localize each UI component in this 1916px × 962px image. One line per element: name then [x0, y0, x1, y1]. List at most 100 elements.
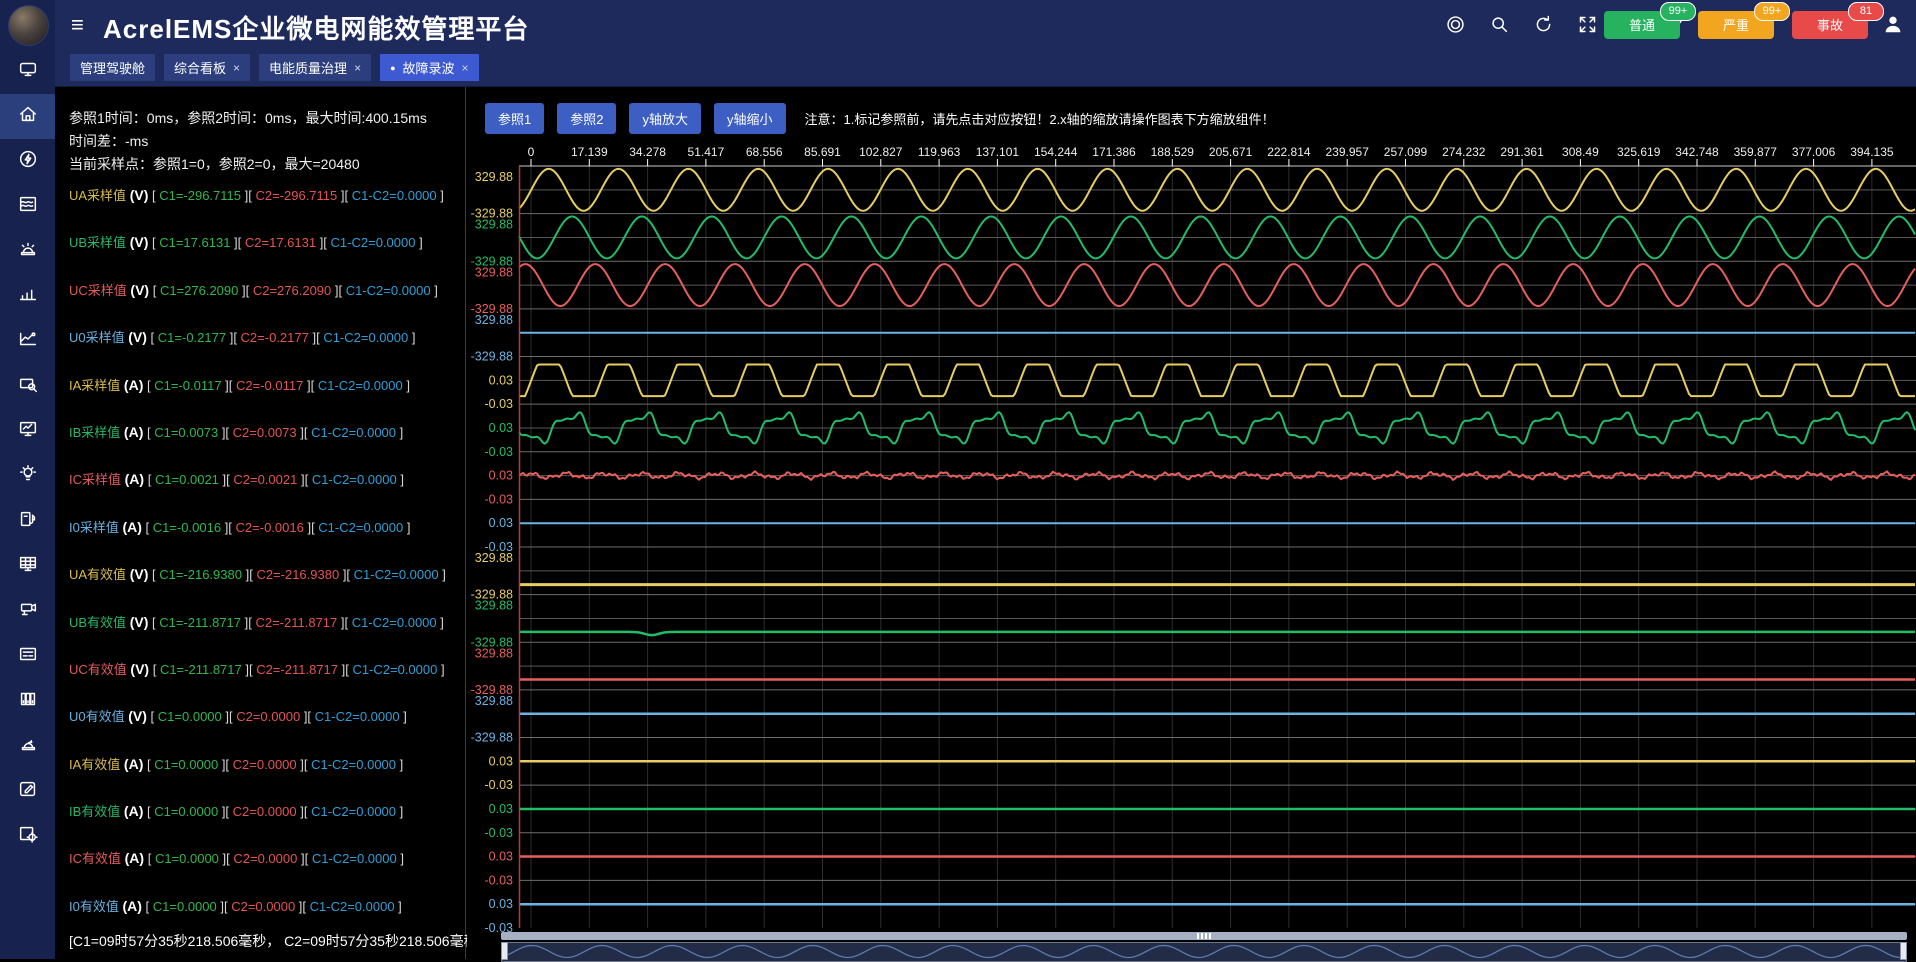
channel-unit: (V)	[130, 661, 149, 677]
tab-管理驾驶舱[interactable]: 管理驾驶舱	[70, 54, 155, 81]
sidebar-item-bar-chart[interactable]	[0, 274, 55, 319]
sidebar-item-waves[interactable]	[0, 184, 55, 229]
y-label-max: 0.03	[489, 802, 513, 816]
scrollbar-grip[interactable]	[1197, 933, 1211, 939]
zoom-handle-right[interactable]	[1900, 942, 1907, 960]
chart-toolbar: 参照1参照2y轴放大y轴缩小注意：1.标记参照前，请先点击对应按钮！2.x轴的缩…	[485, 103, 1275, 134]
bulb-icon	[17, 463, 39, 490]
sidebar-item-home[interactable]	[0, 94, 55, 139]
sidebar-item-alarm[interactable]	[0, 724, 55, 769]
c1-value: C1=-0.0117	[154, 378, 221, 393]
c1-value: C1=0.0000	[155, 851, 219, 866]
about-icon[interactable]	[1444, 14, 1466, 36]
channel-row-IC有效值[interactable]: IC有效值 (A) [ C1=0.0000 ][ C2=0.0000 ][ C1…	[69, 848, 463, 867]
sidebar-item-archive[interactable]	[0, 679, 55, 724]
tab-综合看板[interactable]: 综合看板×	[164, 54, 250, 81]
sidebar-item-grid[interactable]	[0, 544, 55, 589]
reader-icon	[17, 643, 39, 670]
y-label-max: 329.88	[475, 646, 513, 660]
tab-close-icon[interactable]: ×	[462, 61, 469, 75]
tab-bar: 管理驾驶舱综合看板× 电能质量治理× ●故障录波×	[55, 49, 1916, 87]
avatar[interactable]	[8, 5, 49, 46]
sidebar-item-charger[interactable]	[0, 499, 55, 544]
alert-button-1[interactable]: 普通99+	[1604, 11, 1680, 39]
monitor-icon	[17, 418, 39, 445]
sidebar-item-settings[interactable]	[0, 814, 55, 859]
channel-label: IB采样值	[69, 425, 120, 440]
h-scrollbar[interactable]	[501, 932, 1907, 940]
channel-row-U0采样值[interactable]: U0采样值 (V) [ C1=-0.2177 ][ C2=-0.2177 ][ …	[69, 327, 463, 346]
channel-row-UB采样值[interactable]: UB采样值 (V) [ C1=17.6131 ][ C2=17.6131 ][ …	[69, 232, 463, 251]
waveform-IC采样值	[519, 471, 1915, 480]
x-tick-label: 137.101	[976, 145, 1020, 159]
search-icon[interactable]	[1488, 14, 1510, 36]
measurement-panel: 参照1时间：0ms，参照2时间：0ms，最大时间:400.15ms 时间差：-m…	[55, 87, 466, 959]
tab-close-icon[interactable]: ×	[233, 61, 240, 75]
sidebar-item-energy[interactable]	[0, 139, 55, 184]
channel-row-UA采样值[interactable]: UA采样值 (V) [ C1=-296.7115 ][ C2=-296.7115…	[69, 185, 463, 204]
channel-row-UC采样值[interactable]: UC采样值 (V) [ C1=276.2090 ][ C2=276.2090 ]…	[69, 280, 463, 299]
c2-value: C2=0.0000	[236, 709, 300, 724]
toolbar-button-参照2[interactable]: 参照2	[557, 103, 616, 134]
user-icon[interactable]	[1882, 13, 1904, 35]
y-label-max: 329.88	[475, 313, 513, 327]
waves-icon	[17, 193, 39, 220]
datazoom-preview[interactable]	[501, 942, 1907, 962]
reference-info: 参照1时间：0ms，参照2时间：0ms，最大时间:400.15ms 时间差：-m…	[69, 107, 427, 176]
y-label-min: -0.03	[485, 873, 514, 887]
sidebar-item-monitor[interactable]	[0, 409, 55, 454]
sidebar-item-edit[interactable]	[0, 769, 55, 814]
channel-row-UA有效值[interactable]: UA有效值 (V) [ C1=-216.9380 ][ C2=-216.9380…	[69, 564, 463, 583]
toolbar-button-y轴放大[interactable]: y轴放大	[629, 103, 701, 134]
channel-row-I0有效值[interactable]: I0有效值 (A) [ C1=0.0000 ][ C2=0.0000 ][ C1…	[69, 896, 463, 915]
alert-button-2[interactable]: 严重99+	[1698, 11, 1774, 39]
menu-toggle-icon[interactable]: ≡	[71, 12, 84, 38]
channel-row-UC有效值[interactable]: UC有效值 (V) [ C1=-211.8717 ][ C2=-211.8717…	[69, 659, 463, 678]
channel-row-IA采样值[interactable]: IA采样值 (A) [ C1=-0.0117 ][ C2=-0.0117 ][ …	[69, 375, 463, 394]
zoom-handle-left[interactable]	[501, 942, 508, 960]
channel-label: IC有效值	[69, 851, 121, 866]
camera-icon	[17, 598, 39, 625]
c1c2-diff-value: C1-C2=0.0000	[318, 520, 403, 535]
c1c2-diff-value: C1-C2=0.0000	[331, 235, 416, 250]
tab-故障录波[interactable]: ●故障录波×	[380, 54, 478, 81]
y-label-max: 329.88	[475, 551, 513, 565]
channel-row-UB有效值[interactable]: UB有效值 (V) [ C1=-211.8717 ][ C2=-211.8717…	[69, 612, 463, 631]
y-label-max: 0.03	[489, 850, 513, 864]
c1c2-diff-value: C1-C2=0.0000	[352, 615, 437, 630]
sidebar-item-trend[interactable]	[0, 319, 55, 364]
sidebar-item-reader[interactable]	[0, 634, 55, 679]
channel-row-IB采样值[interactable]: IB采样值 (A) [ C1=0.0073 ][ C2=0.0073 ][ C1…	[69, 422, 463, 441]
c1-value: C1=-296.7115	[159, 188, 241, 203]
refresh-icon[interactable]	[1532, 14, 1554, 36]
charger-icon	[17, 508, 39, 535]
sidebar-item-screen[interactable]	[0, 49, 55, 94]
c2-value: C2=-0.2177	[241, 330, 309, 345]
channel-row-U0有效值[interactable]: U0有效值 (V) [ C1=0.0000 ][ C2=0.0000 ][ C1…	[69, 706, 463, 725]
alert-badge: 99+	[1660, 2, 1696, 21]
toolbar-button-参照1[interactable]: 参照1	[485, 103, 544, 134]
channel-unit: (V)	[130, 187, 149, 203]
tab-电能质量治理[interactable]: 电能质量治理×	[259, 54, 371, 81]
fullscreen-icon[interactable]	[1576, 14, 1598, 36]
channel-row-IB有效值[interactable]: IB有效值 (A) [ C1=0.0000 ][ C2=0.0000 ][ C1…	[69, 801, 463, 820]
waveform-chart[interactable]: 017.13934.27851.41768.55685.691102.82711…	[467, 142, 1916, 932]
c1c2-diff-value: C1-C2=0.0000	[311, 804, 396, 819]
c1-value: C1=0.0000	[153, 899, 217, 914]
trend-icon	[17, 328, 39, 355]
sidebar-item-bulb[interactable]	[0, 454, 55, 499]
channel-row-IC采样值[interactable]: IC采样值 (A) [ C1=0.0021 ][ C2=0.0021 ][ C1…	[69, 469, 463, 488]
channel-row-I0采样值[interactable]: I0采样值 (A) [ C1=-0.0016 ][ C2=-0.0016 ][ …	[69, 517, 463, 536]
c2-value: C2=-0.0016	[236, 520, 304, 535]
alert-button-3[interactable]: 事故81	[1792, 11, 1868, 39]
channel-label: UB采样值	[69, 235, 126, 250]
sidebar	[0, 0, 55, 959]
sidebar-item-card-search[interactable]	[0, 364, 55, 409]
sidebar-item-camera[interactable]	[0, 589, 55, 634]
c2-value: C2=0.0073	[233, 425, 297, 440]
sidebar-item-siren[interactable]	[0, 229, 55, 274]
toolbar-button-y轴缩小[interactable]: y轴缩小	[714, 103, 786, 134]
channel-row-IA有效值[interactable]: IA有效值 (A) [ C1=0.0000 ][ C2=0.0000 ][ C1…	[69, 754, 463, 773]
x-tick-label: 188.529	[1151, 145, 1195, 159]
tab-close-icon[interactable]: ×	[354, 61, 361, 75]
